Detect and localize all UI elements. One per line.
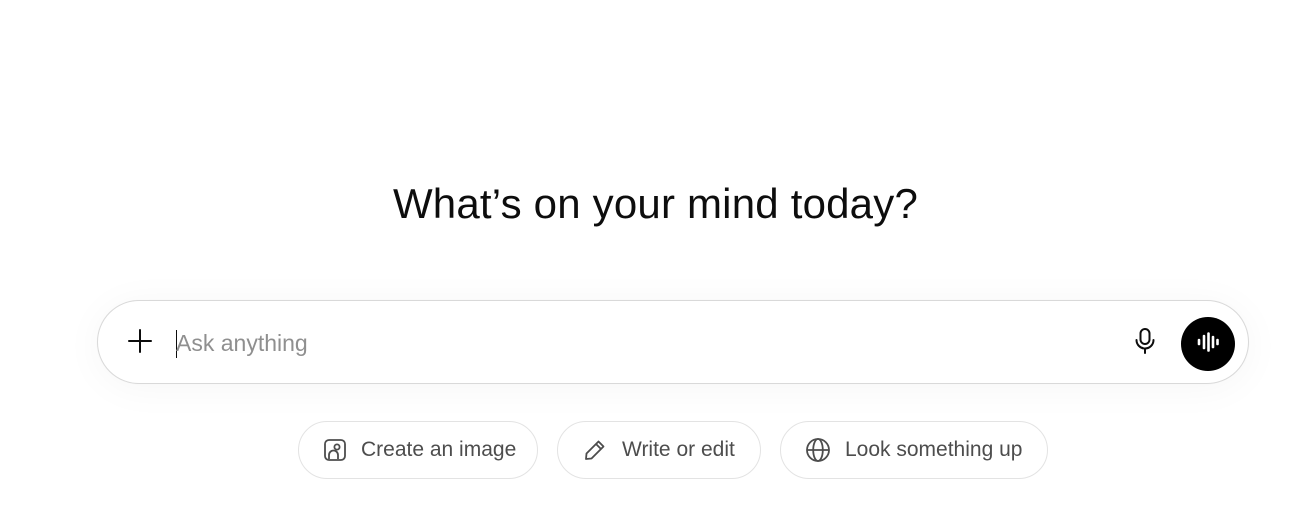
attach-button[interactable]	[120, 323, 160, 363]
pencil-icon	[582, 437, 608, 463]
globe-icon	[805, 437, 831, 463]
microphone-icon	[1133, 327, 1157, 360]
page-headline: What’s on your mind today?	[392, 180, 919, 227]
suggestion-label: Create an image	[361, 438, 517, 461]
voice-waveform-icon	[1196, 331, 1220, 357]
suggestion-look-up[interactable]: Look something up	[780, 421, 1048, 479]
image-icon	[323, 437, 347, 463]
plus-icon	[127, 328, 153, 359]
prompt-input[interactable]	[176, 325, 1076, 361]
suggestion-write-edit[interactable]: Write or edit	[557, 421, 761, 479]
suggestion-label: Write or edit	[622, 438, 735, 461]
dictate-button[interactable]	[1125, 323, 1165, 363]
chat-home-page: What’s on your mind today? Ask anything …	[0, 0, 1311, 524]
suggestion-label: Look something up	[845, 438, 1023, 461]
prompt-composer	[97, 300, 1249, 384]
suggestion-create-image[interactable]: Create an image	[298, 421, 538, 479]
voice-mode-button[interactable]	[1181, 317, 1235, 371]
